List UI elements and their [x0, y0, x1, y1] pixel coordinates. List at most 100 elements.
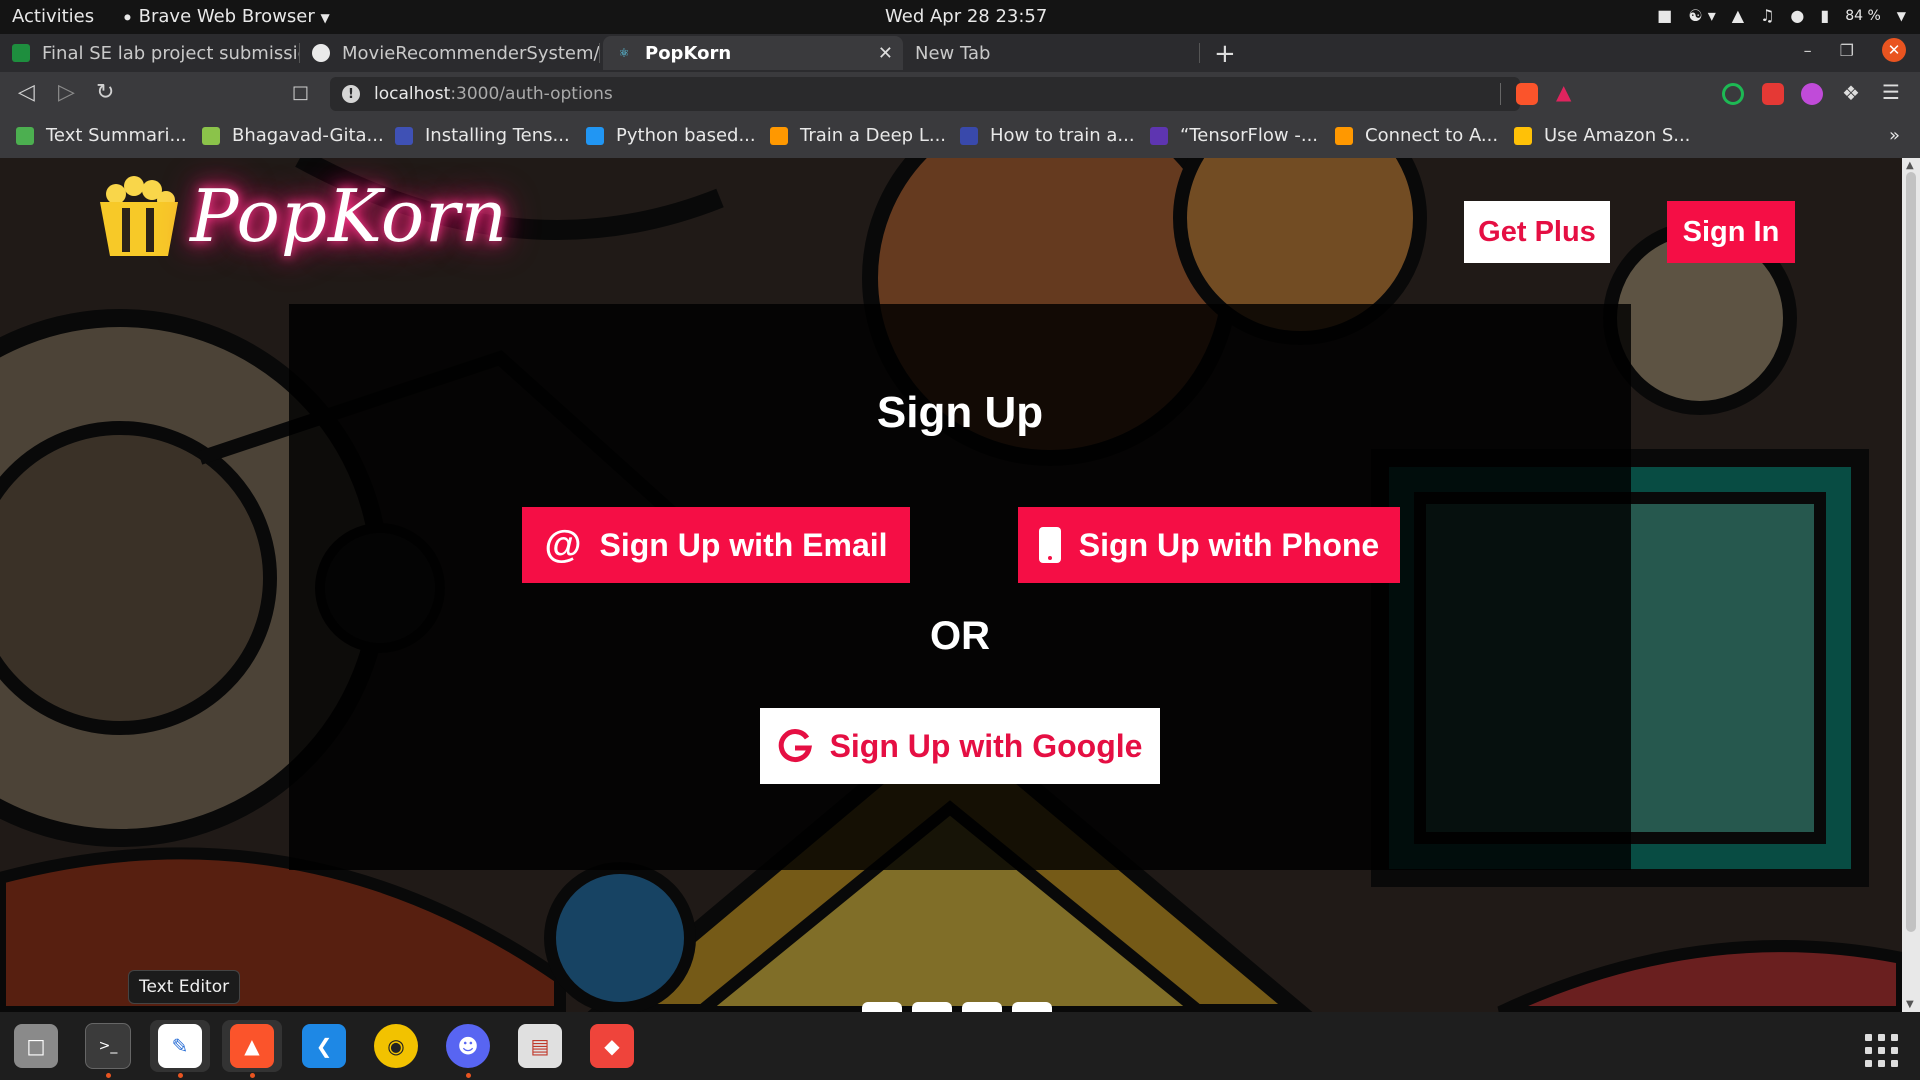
popkorn-logo[interactable]: PopKorn: [96, 174, 508, 258]
social-link-icon[interactable]: [962, 1002, 1002, 1012]
activities-button[interactable]: Activities: [12, 6, 94, 27]
dock-rhythmbox[interactable]: ◉: [366, 1020, 426, 1072]
or-divider-text: OR: [930, 614, 990, 658]
bookmark-item[interactable]: “TensorFlow -...: [1150, 125, 1318, 146]
dock-vscode[interactable]: ❮: [294, 1020, 354, 1072]
bookmark-item[interactable]: Bhagavad-Gita...: [202, 125, 384, 146]
system-menu-chevron-icon[interactable]: ▼: [1897, 9, 1906, 23]
bookmarks-overflow-icon[interactable]: »: [1889, 125, 1900, 146]
address-bar[interactable]: ! localhost:3000/auth-options: [330, 77, 1520, 111]
tab-title: New Tab: [915, 42, 991, 64]
dock-document-viewer[interactable]: ▤: [510, 1020, 570, 1072]
bookmarks-bar: Text Summari... Bhagavad-Gita... Install…: [0, 116, 1920, 158]
popcorn-bucket-icon: [100, 176, 178, 256]
bookmark-favicon-icon: [586, 126, 604, 145]
microphone-icon: ●: [1790, 6, 1805, 25]
tab-separator: [599, 43, 600, 63]
bookmark-item[interactable]: Installing Tens...: [395, 125, 570, 146]
bookmark-favicon-icon: [16, 126, 34, 145]
brave-icon: ▲: [230, 1024, 274, 1068]
dock-brave[interactable]: ▲: [222, 1020, 282, 1078]
url-host: localhost: [374, 84, 451, 104]
sign-up-google-button[interactable]: Sign Up with Google: [760, 708, 1160, 784]
tab-new-tab[interactable]: New Tab: [903, 36, 1200, 70]
new-tab-plus-icon[interactable]: +: [1214, 39, 1236, 69]
dock-discord[interactable]: ☻: [438, 1020, 498, 1078]
dock: □ >_ ✎ ▲ ❮ ◉ ☻ ▤ ◆: [0, 1012, 1920, 1080]
reload-icon[interactable]: ↻: [96, 80, 114, 105]
page-title: Sign Up: [876, 388, 1044, 437]
bookmark-item[interactable]: Connect to A...: [1335, 125, 1498, 146]
extensions-puzzle-icon[interactable]: ❖: [1842, 81, 1860, 105]
discord-tray-icon[interactable]: ■: [1657, 6, 1672, 25]
dock-files[interactable]: □: [6, 1020, 66, 1072]
close-tab-icon[interactable]: ✕: [878, 43, 893, 64]
app-menu[interactable]: ⚫ Brave Web Browser ▼: [122, 6, 330, 27]
dock-anydesk[interactable]: ◆: [582, 1020, 642, 1072]
brave-rewards-icon[interactable]: ▲: [1556, 80, 1571, 104]
back-icon[interactable]: ◁: [18, 80, 35, 105]
sign-in-button[interactable]: Sign In: [1667, 201, 1795, 263]
menu-icon[interactable]: ☰: [1882, 80, 1900, 104]
sign-up-email-button[interactable]: @ Sign Up with Email: [522, 507, 910, 583]
bookmark-label: Connect to A...: [1365, 125, 1499, 146]
mobile-phone-icon: [1038, 527, 1061, 563]
show-applications-icon[interactable]: [1865, 1034, 1898, 1067]
brave-shields-icon[interactable]: [1516, 83, 1538, 105]
running-indicator: [250, 1073, 255, 1078]
sign-up-phone-label: Sign Up with Phone: [1078, 526, 1380, 563]
google-g-icon: [778, 729, 812, 763]
tab-github[interactable]: MovieRecommenderSystem/M: [300, 36, 600, 70]
tab-title: MovieRecommenderSystem/M: [342, 42, 600, 64]
tab-title: Final SE lab project submissio: [42, 42, 300, 64]
bookmark-item[interactable]: Text Summari...: [16, 125, 187, 146]
social-link-icon[interactable]: [912, 1002, 952, 1012]
dock-text-editor[interactable]: ✎: [150, 1020, 210, 1078]
extension-purple-icon[interactable]: [1801, 83, 1823, 105]
bookmark-item[interactable]: Use Amazon S...: [1514, 125, 1690, 146]
minimize-icon[interactable]: –: [1804, 41, 1812, 60]
get-plus-button[interactable]: Get Plus: [1464, 201, 1610, 263]
bookmark-label: Use Amazon S...: [1544, 125, 1691, 146]
logo-wordmark: PopKorn: [190, 174, 508, 258]
social-link-icon[interactable]: [1012, 1002, 1052, 1012]
volume-icon: ♫: [1760, 6, 1775, 25]
extension-green-icon[interactable]: [1722, 83, 1744, 105]
tab-final-se-lab[interactable]: Final SE lab project submissio: [0, 36, 300, 70]
social-link-icon[interactable]: [862, 1002, 902, 1012]
close-window-icon[interactable]: ✕: [1882, 38, 1906, 62]
bookmark-label: Bhagavad-Gita...: [232, 125, 384, 146]
bookmark-label: Installing Tens...: [425, 125, 570, 146]
clock[interactable]: Wed Apr 28 23:57: [885, 6, 1047, 27]
system-top-bar: Activities ⚫ Brave Web Browser ▼ Wed Apr…: [0, 0, 1920, 34]
scrollbar-thumb[interactable]: [1906, 172, 1916, 932]
bookmark-item[interactable]: Python based...: [586, 125, 756, 146]
scroll-down-icon[interactable]: ▼: [1906, 999, 1914, 1010]
forward-icon[interactable]: ▷: [58, 80, 75, 105]
restore-icon[interactable]: ❐: [1840, 41, 1854, 60]
sign-up-google-label: Sign Up with Google: [829, 727, 1143, 764]
site-info-icon[interactable]: !: [342, 85, 360, 103]
accessibility-icon[interactable]: ☯ ▾: [1688, 6, 1715, 25]
scroll-up-icon[interactable]: ▲: [1906, 160, 1914, 171]
window-controls: – ❐ ✕: [1804, 38, 1906, 62]
tab-title: PopKorn: [645, 42, 732, 64]
bookmark-label: Text Summari...: [46, 125, 187, 146]
text-editor-icon: ✎: [158, 1024, 202, 1068]
bookmark-item[interactable]: How to train a...: [960, 125, 1135, 146]
extension-red-icon[interactable]: [1762, 83, 1784, 105]
system-tray[interactable]: ■ ☯ ▾ ▲ ♫ ● ▮ 84 % ▼: [1657, 6, 1906, 25]
page-viewport: PopKorn Get Plus Sign In Sign Up @ Sign …: [0, 158, 1902, 1012]
bookmark-item[interactable]: Train a Deep L...: [770, 125, 946, 146]
bookmark-label: “TensorFlow -...: [1180, 125, 1319, 146]
app-menu-label: Brave Web Browser: [138, 6, 315, 27]
anydesk-icon: ◆: [590, 1024, 634, 1068]
battery-icon: ▮: [1820, 6, 1830, 25]
tab-popkorn[interactable]: ⚛ PopKorn ✕: [603, 36, 903, 70]
sign-up-panel: Sign Up @ Sign Up with Email Sign Up wit…: [289, 304, 1631, 870]
page-scrollbar[interactable]: ▲ ▼: [1902, 158, 1920, 1012]
bookmark-icon[interactable]: □: [292, 82, 309, 103]
dock-terminal[interactable]: >_: [78, 1020, 138, 1078]
tab-separator: [1199, 43, 1200, 63]
sign-up-phone-button[interactable]: Sign Up with Phone: [1018, 507, 1400, 583]
